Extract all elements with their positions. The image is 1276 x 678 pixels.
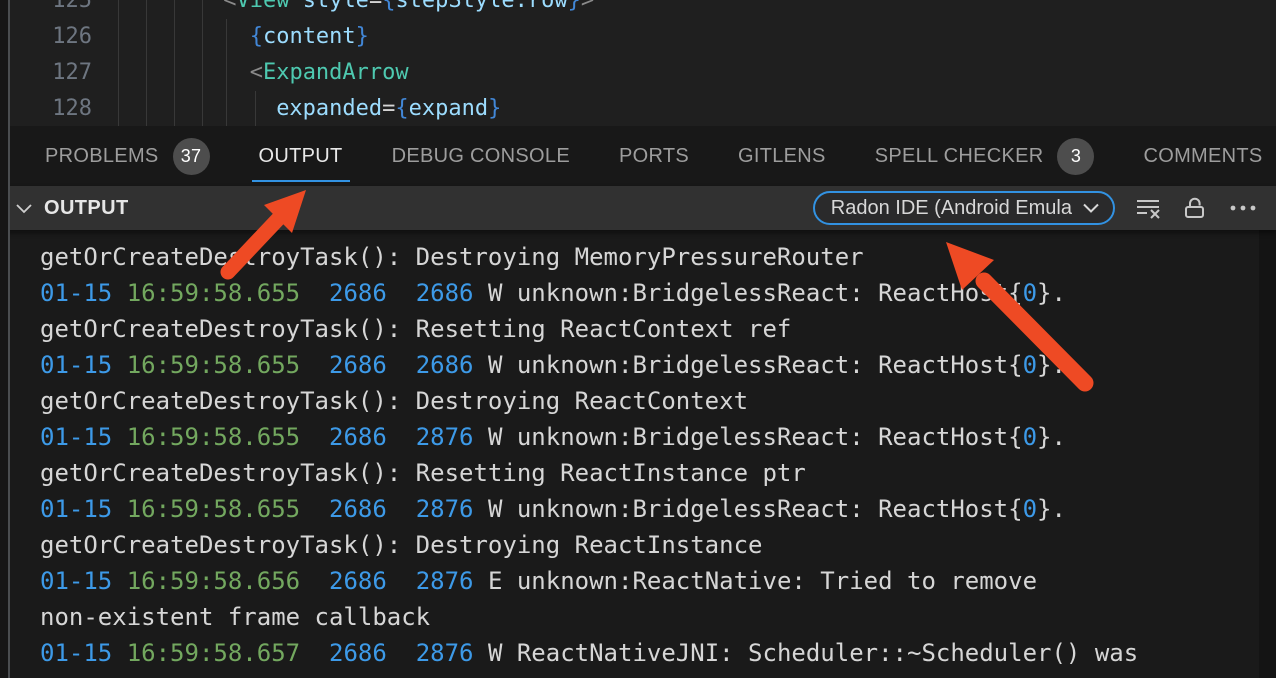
line-number: 128 [0, 91, 92, 126]
panel-tab-bar: PROBLEMS 37 OUTPUT DEBUG CONSOLE PORTS GITLEN… [0, 126, 1276, 186]
tab-label: GITLENS [738, 145, 826, 168]
tab-label: OUTPUT [259, 145, 343, 168]
log-line: 01-15 16:59:58.655 2686 2686 W unknown:B… [40, 347, 1276, 383]
log-line: getOrCreateDestroyTask(): Resetting Reac… [40, 455, 1276, 491]
line-number: 125 [0, 0, 92, 19]
code-line: 128 expanded={expand} [0, 91, 1276, 126]
tab-badge: 37 [173, 138, 210, 175]
log-line: 01-15 16:59:58.655 2686 2876 W unknown:B… [40, 491, 1276, 527]
more-actions-icon[interactable] [1228, 195, 1258, 221]
code-line: 127 <ExpandArrow [0, 55, 1276, 91]
chevron-down-icon [1082, 201, 1100, 215]
panel-left-edge [0, 0, 8, 678]
panel-left-border [8, 0, 10, 678]
clear-output-icon[interactable] [1134, 195, 1162, 221]
tab-label: PROBLEMS [45, 145, 159, 168]
chevron-down-icon[interactable] [14, 199, 34, 217]
tab-label: PORTS [619, 145, 689, 168]
unlock-icon[interactable] [1181, 195, 1209, 221]
log-line: getOrCreateDestroyTask(): Destroying Mem… [40, 239, 1276, 275]
tab-label: DEBUG CONSOLE [392, 145, 570, 168]
tab-ports[interactable]: PORTS [619, 126, 689, 186]
log-line: getOrCreateDestroyTask(): Resetting Reac… [40, 311, 1276, 347]
code-line: 125 <View style={stepStyle.row}> [0, 0, 1276, 19]
output-channel-dropdown[interactable]: Radon IDE (Android Emula [813, 191, 1115, 225]
log-line: 01-15 16:59:58.657 2686 2876 W ReactNati… [40, 635, 1276, 671]
tab-gitlens[interactable]: GITLENS [738, 126, 826, 186]
log-list: getOrCreateDestroyTask(): Destroying Mem… [0, 230, 1276, 671]
vscode-window: 125 <View style={stepStyle.row}>126 {con… [0, 0, 1276, 678]
output-channel-label: Radon IDE (Android Emula [831, 197, 1072, 220]
scrollbar[interactable] [1259, 230, 1276, 678]
tab-debug-console[interactable]: DEBUG CONSOLE [392, 126, 570, 186]
tab-label: SPELL CHECKER [875, 145, 1044, 168]
line-number: 127 [0, 55, 92, 91]
tab-label: COMMENTS [1143, 145, 1262, 168]
log-line: 01-15 16:59:58.656 2686 2876 E unknown:R… [40, 563, 1276, 599]
tab-output[interactable]: OUTPUT [259, 126, 343, 186]
log-line: 01-15 16:59:58.655 2686 2876 W unknown:B… [40, 419, 1276, 455]
header-actions: Radon IDE (Android Emula [813, 186, 1258, 230]
tab-problems[interactable]: PROBLEMS 37 [45, 126, 210, 186]
log-line: getOrCreateDestroyTask(): Destroying Rea… [40, 527, 1276, 563]
log-line: getOrCreateDestroyTask(): Destroying Rea… [40, 383, 1276, 419]
log-line: non-existent frame callback [40, 599, 1276, 635]
line-number: 126 [0, 19, 92, 55]
editor-pane: 125 <View style={stepStyle.row}>126 {con… [0, 0, 1276, 126]
code-line: 126 {content} [0, 19, 1276, 55]
output-panel-header: OUTPUT Radon IDE (Android Emula [0, 186, 1276, 230]
output-panel-title: OUTPUT [44, 197, 129, 220]
tab-spell-checker[interactable]: SPELL CHECKER 3 [875, 126, 1095, 186]
log-line: 01-15 16:59:58.655 2686 2686 W unknown:B… [40, 275, 1276, 311]
tab-badge: 3 [1057, 138, 1094, 175]
tab-comments[interactable]: COMMENTS [1143, 126, 1262, 186]
output-log: getOrCreateDestroyTask(): Destroying Mem… [0, 230, 1276, 678]
